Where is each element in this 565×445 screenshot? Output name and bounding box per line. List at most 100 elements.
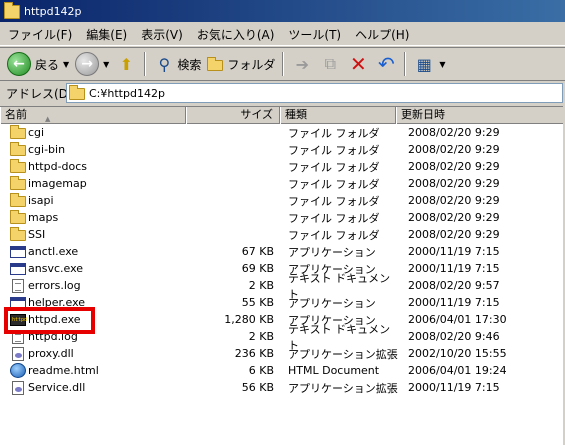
views-button[interactable]: ▦ ▼ [410, 49, 448, 79]
folder-icon [10, 159, 26, 173]
folder-icon [69, 85, 85, 100]
forward-arrow-icon: → [75, 52, 100, 76]
file-date: 2000/11/19 7:15 [408, 296, 500, 309]
file-name: Service.dll [28, 381, 86, 394]
column-date[interactable]: 更新日時 [396, 107, 565, 124]
dll-icon [12, 346, 24, 361]
file-row-cgi-bin[interactable]: cgi-bin ファイル フォルダ 2008/02/20 9:29 [0, 141, 565, 158]
title-bar: httpd142p [0, 0, 565, 22]
file-type: ファイル フォルダ [288, 177, 380, 191]
file-type: ファイル フォルダ [288, 143, 380, 157]
file-row-errors-log[interactable]: errors.log 2 KB テキスト ドキュメント 2008/02/20 9:57 [0, 272, 565, 301]
undo-button[interactable]: ↶ [372, 49, 400, 79]
file-list[interactable]: 名前 ▲ サイズ 種類 更新日時 cgi ファイル フォルダ 2008/02/20 … [0, 106, 565, 445]
copy-to-icon: ⧉ [324, 54, 337, 73]
file-type: ファイル フォルダ [288, 126, 380, 140]
file-row-proxy-dll[interactable]: proxy.dll 236 KB アプリケーション拡張 2002/10/20 15:5… [0, 345, 565, 362]
text-document-icon [12, 329, 24, 344]
file-type: アプリケーション [288, 296, 376, 310]
file-type: アプリケーション拡張 [288, 347, 398, 361]
file-row-imagemap[interactable]: imagemap ファイル フォルダ 2008/02/20 9:29 [0, 175, 565, 192]
file-name: SSI [28, 228, 46, 241]
file-date: 2008/02/20 9:29 [408, 160, 500, 173]
file-size: 69 KB [241, 262, 274, 275]
file-size: 56 KB [241, 381, 274, 394]
folders-button[interactable]: フォルダ [204, 49, 278, 79]
file-date: 2008/02/20 9:46 [408, 330, 500, 343]
chevron-down-icon[interactable]: ▼ [103, 60, 109, 69]
column-name[interactable]: 名前 ▲ [0, 107, 186, 124]
menu-edit[interactable]: 編集(E) [84, 25, 129, 44]
folder-icon [10, 227, 26, 241]
forward-button[interactable]: → ▼ [72, 49, 112, 79]
search-button[interactable]: ⚲ 検索 [150, 49, 204, 79]
file-type: アプリケーション [288, 245, 376, 259]
folder-icon [4, 2, 20, 19]
file-row-service-dll[interactable]: Service.dll 56 KB アプリケーション拡張 2000/11/19 7:1… [0, 379, 565, 396]
address-input[interactable]: C:¥httpd142p [66, 83, 563, 103]
address-bar: アドレス(D) C:¥httpd142p [0, 82, 565, 104]
undo-icon: ↶ [377, 52, 395, 76]
back-button[interactable]: ← 戻る ▼ [4, 49, 72, 79]
file-name: imagemap [28, 177, 87, 190]
file-size: 55 KB [241, 296, 274, 309]
file-row-readme-html[interactable]: readme.html 6 KB HTML Document 2006/04/01 1… [0, 362, 565, 379]
file-type: HTML Document [288, 364, 380, 377]
window-title: httpd142p [24, 4, 82, 18]
menu-bar: ファイル(F) 編集(E) 表示(V) お気に入り(A) ツール(T) ヘルプ(… [0, 24, 565, 46]
menu-favorites[interactable]: お気に入り(A) [195, 25, 277, 44]
application-icon [10, 262, 26, 275]
column-size[interactable]: サイズ [186, 107, 280, 124]
file-date: 2008/02/20 9:29 [408, 194, 500, 207]
up-folder-button[interactable]: ⬆ [112, 49, 140, 79]
file-row-cgi[interactable]: cgi ファイル フォルダ 2008/02/20 9:29 [0, 124, 565, 141]
column-size-label: サイズ [240, 108, 273, 121]
file-size: 6 KB [248, 364, 274, 377]
file-size: 1,280 KB [224, 313, 274, 326]
file-date: 2008/02/20 9:29 [408, 143, 500, 156]
folder-icon [10, 176, 26, 190]
chevron-down-icon[interactable]: ▼ [63, 60, 69, 69]
file-date: 2002/10/20 15:55 [408, 347, 507, 360]
file-name: readme.html [28, 364, 99, 377]
file-row-httpd-docs[interactable]: httpd-docs ファイル フォルダ 2008/02/20 9:29 [0, 158, 565, 175]
file-row-helper-exe[interactable]: helper.exe 55 KB アプリケーション 2000/11/19 7:15 [0, 294, 565, 311]
menu-help[interactable]: ヘルプ(H) [353, 25, 411, 44]
file-date: 2006/04/01 19:24 [408, 364, 507, 377]
menu-file[interactable]: ファイル(F) [6, 25, 74, 44]
menu-tools[interactable]: ツール(T) [286, 25, 343, 44]
file-size: 2 KB [248, 279, 274, 292]
move-to-button[interactable]: ➔ [288, 49, 316, 79]
file-row-anctl-exe[interactable]: anctl.exe 67 KB アプリケーション 2000/11/19 7:15 [0, 243, 565, 260]
search-label: 検索 [177, 57, 202, 72]
file-row-maps[interactable]: maps ファイル フォルダ 2008/02/20 9:29 [0, 209, 565, 226]
file-type: ファイル フォルダ [288, 211, 380, 225]
file-date: 2000/11/19 7:15 [408, 262, 500, 275]
copy-to-button[interactable]: ⧉ [316, 49, 344, 79]
file-name: proxy.dll [28, 347, 74, 360]
file-row-isapi[interactable]: isapi ファイル フォルダ 2008/02/20 9:29 [0, 192, 565, 209]
file-date: 2008/02/20 9:57 [408, 279, 500, 292]
back-label: 戻る [35, 57, 60, 72]
column-type[interactable]: 種類 [280, 107, 396, 124]
file-name: helper.exe [28, 296, 86, 309]
dll-icon [12, 380, 24, 395]
file-date: 2008/02/20 9:29 [408, 228, 500, 241]
chevron-down-icon[interactable]: ▼ [439, 60, 445, 69]
folder-icon [10, 125, 26, 139]
column-name-label: 名前 [5, 108, 27, 121]
file-row-httpd-log[interactable]: httpd.log 2 KB テキスト ドキュメント 2008/02/20 9:46 [0, 323, 565, 352]
file-type: ファイル フォルダ [288, 194, 380, 208]
file-name: anctl.exe [28, 245, 79, 258]
file-size: 67 KB [241, 245, 274, 258]
folder-icon [10, 193, 26, 207]
menu-view[interactable]: 表示(V) [139, 25, 185, 44]
folder-icon [10, 210, 26, 224]
toolbar: ← 戻る ▼ → ▼ ⬆ ⚲ 検索 フォルダ ➔ ⧉ ✕ ↶ ▦ ▼ [0, 47, 565, 81]
toolbar-separator [282, 52, 285, 76]
file-name: maps [28, 211, 59, 224]
column-date-label: 更新日時 [401, 108, 445, 121]
file-row-ssi[interactable]: SSI ファイル フォルダ 2008/02/20 9:29 [0, 226, 565, 243]
delete-button[interactable]: ✕ [344, 49, 372, 79]
toolbar-separator [404, 52, 407, 76]
